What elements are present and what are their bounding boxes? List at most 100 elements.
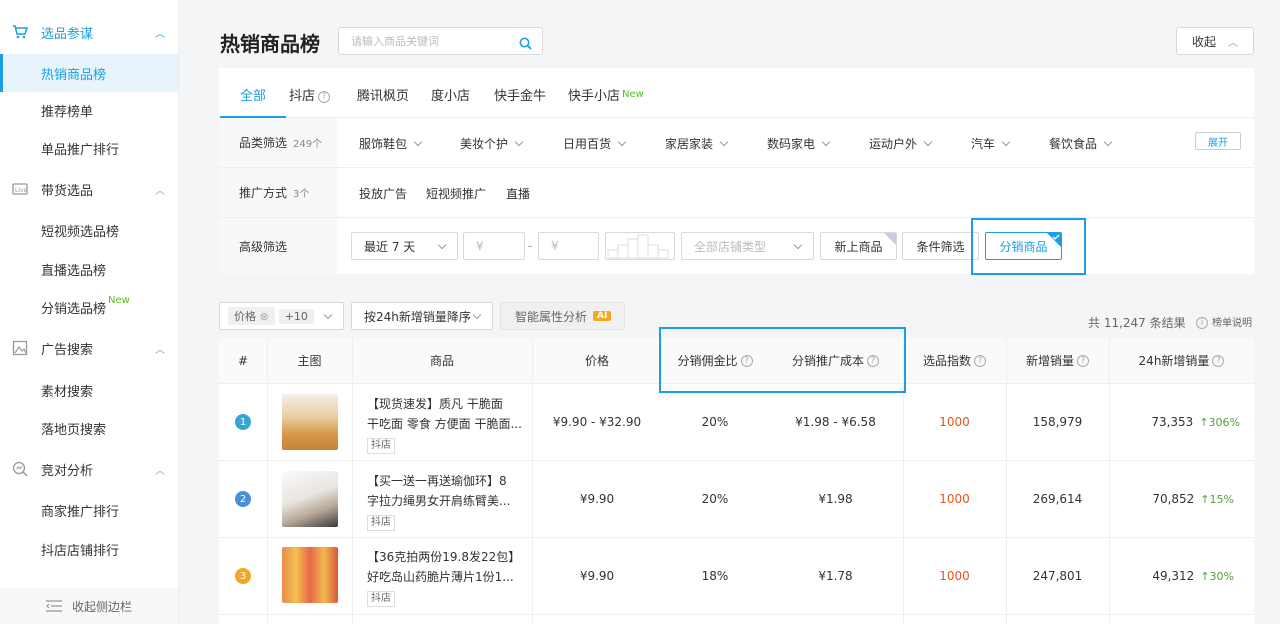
help-icon[interactable]: ? — [318, 91, 331, 103]
tab-tencent[interactable]: 腾讯枫页 — [357, 85, 409, 104]
header-label: 选品指数 — [922, 354, 971, 368]
ai-analysis-button[interactable]: 智能属性分析 AI — [500, 302, 625, 330]
filter-panel: 全部 抖店? 腾讯枫页 度小店 快手金牛 快手小店 New 品类筛选 249个 服饰… — [219, 68, 1254, 274]
category-option[interactable]: 美妆个护 — [460, 135, 524, 152]
product-name-cell[interactable]: 【现货速发】质凡 干脆面 干吃面 零食 方便面 干脆面... 抖店 — [367, 394, 523, 454]
more-metrics-tag: +10 — [278, 308, 314, 324]
tab-all[interactable]: 全部 — [219, 85, 287, 118]
sales-value: 73,353 — [1151, 415, 1194, 429]
chevron-up-icon: ︿ — [155, 185, 165, 197]
category-option[interactable]: 日用百货 — [563, 135, 627, 152]
selected-metrics-chip[interactable]: 价格 ⊗ +10 — [219, 302, 344, 330]
growth: ↑30% — [1200, 570, 1234, 583]
filter-count: 249个 — [293, 139, 323, 150]
header-price[interactable]: 价格 — [532, 338, 662, 384]
new-badge: New — [622, 89, 644, 100]
promo-option-live[interactable]: 直播 — [506, 185, 530, 202]
advanced-filter-row: 高级筛选 最近 7 天 ¥ - ¥ 全部店铺类型 新上商品 条件筛选 分销商品 — [219, 218, 1254, 274]
sidebar-section-daihuo[interactable]: Live 带货选品 ︿ — [0, 170, 178, 208]
category-label: 日用百货 — [563, 137, 612, 151]
product-name-line: 【买一送一再送瑜伽环】8 — [367, 474, 507, 488]
metric-tag: 价格 ⊗ — [228, 307, 275, 325]
promo-filter-label: 推广方式 3个 — [219, 168, 337, 217]
filter-label: 推广方式 — [239, 186, 288, 200]
sidebar-item-short-video[interactable]: 短视频选品榜 — [0, 211, 178, 249]
chevron-down-icon — [323, 310, 333, 320]
collapse-button[interactable]: 收起 ︿ — [1176, 27, 1254, 55]
product-thumbnail[interactable] — [282, 547, 338, 603]
category-label: 餐饮食品 — [1049, 137, 1098, 151]
promo-option-ads[interactable]: 投放广告 — [359, 185, 407, 202]
help-icon: ? — [1077, 354, 1089, 367]
category-option[interactable]: 餐饮食品 — [1049, 135, 1113, 152]
rank-cell: 1 — [219, 384, 267, 460]
search-icon[interactable] — [519, 35, 532, 54]
collapse-label: 收起 — [1191, 34, 1216, 49]
column-divider — [267, 338, 268, 624]
header-24h-sales[interactable]: 24h新增销量? — [1109, 338, 1254, 384]
sidebar-item-hot-products[interactable]: 热销商品榜 — [0, 54, 178, 92]
button-label: 新上商品 — [834, 239, 883, 254]
sidebar-item-shop-rank[interactable]: 抖店店铺排行 — [0, 530, 178, 568]
header-new-sales[interactable]: 新增销量? — [1006, 338, 1109, 384]
ranking-help-link[interactable]: i 榜单说明 — [1196, 314, 1252, 329]
product-thumbnail[interactable] — [282, 394, 338, 450]
tag-label: 价格 — [234, 310, 256, 323]
category-option[interactable]: 运动户外 — [869, 135, 933, 152]
sidebar-section-ad-search[interactable]: 广告搜索 ︿ — [0, 329, 178, 367]
promo-cost-cell: ¥1.98 — [818, 492, 853, 506]
result-count: 共 11,247 条结果 — [1088, 316, 1186, 330]
sidebar-item-distribution[interactable]: 分销选品榜 New — [0, 288, 178, 326]
filter-label: 品类筛选 — [239, 136, 288, 150]
promo-option-short-video[interactable]: 短视频推广 — [426, 185, 486, 202]
category-option[interactable]: 汽车 — [971, 135, 1011, 152]
product-thumbnail[interactable] — [282, 471, 338, 527]
sidebar-item-label: 分销选品榜 — [41, 301, 107, 317]
tab-duxiaodian[interactable]: 度小店 — [431, 85, 470, 104]
sidebar-section-label: 竞对分析 — [41, 463, 94, 479]
product-name-cell[interactable]: 【36克拍两份19.8发22包】 好吃岛山药脆片薄片1份1... 抖店 — [367, 547, 523, 607]
new-products-button[interactable]: 新上商品 — [820, 232, 897, 260]
sales-24h-cell: 73,353 ↑306% — [1109, 384, 1254, 460]
sidebar-item-landing[interactable]: 落地页搜索 — [0, 409, 178, 447]
close-icon[interactable]: ⊗ — [260, 310, 269, 323]
page-title: 热销商品榜 — [220, 32, 320, 56]
period-select[interactable]: 最近 7 天 — [351, 232, 458, 260]
header-selection-index[interactable]: 选品指数? — [903, 338, 1006, 384]
rank-badge: 1 — [235, 414, 251, 430]
product-name-line: 好吃岛山药脆片薄片1份1... — [367, 570, 514, 584]
search-input[interactable] — [339, 28, 509, 54]
price-histogram[interactable] — [605, 232, 675, 260]
sort-select[interactable]: 按24h新增销量降序 — [351, 302, 493, 330]
tab-doudian[interactable]: 抖店? — [289, 85, 331, 104]
sidebar-item-recommend[interactable]: 推荐榜单 — [0, 91, 178, 129]
arrow-up-icon: ↑ — [1200, 569, 1210, 583]
collapse-sidebar-button[interactable]: 收起侧边栏 — [0, 588, 178, 624]
tab-kuaishou-jinniu[interactable]: 快手金牛 — [494, 85, 546, 104]
sidebar-item-merchant-rank[interactable]: 商家推广排行 — [0, 491, 178, 529]
header-product: 商品 — [352, 338, 532, 384]
price-min-input[interactable]: ¥ — [463, 232, 525, 260]
shop-type-select[interactable]: 全部店铺类型 — [681, 232, 814, 260]
sidebar-item-live[interactable]: 直播选品榜 — [0, 250, 178, 288]
header-image: 主图 — [267, 338, 352, 384]
tab-kuaishou-shop[interactable]: 快手小店 New — [568, 85, 644, 104]
selection-index-cell: 1000 — [939, 569, 970, 583]
sidebar: 选品参谋 ︿ 热销商品榜 推荐榜单 单品推广排行 Live 带货选品 ︿ 短视频… — [0, 0, 179, 624]
category-option[interactable]: 数码家电 — [767, 135, 831, 152]
growth-value: 30% — [1209, 569, 1234, 583]
highlight-box-commission — [659, 327, 906, 393]
product-name-line: 【现货速发】质凡 干脆面 — [367, 397, 503, 411]
product-name-cell[interactable]: 【买一送一再送瑜伽环】8 字拉力绳男女开肩练臂美... 抖店 — [367, 471, 523, 531]
price-max-input[interactable]: ¥ — [538, 232, 599, 260]
category-option[interactable]: 服饰鞋包 — [359, 135, 423, 152]
sidebar-item-single-promo[interactable]: 单品推广排行 — [0, 129, 178, 167]
product-name-line: 干吃面 零食 方便面 干脆面... — [367, 417, 522, 431]
condition-filter-button[interactable]: 条件筛选 — [902, 232, 979, 260]
category-option[interactable]: 家居家装 — [665, 135, 729, 152]
sidebar-item-material[interactable]: 素材搜索 — [0, 371, 178, 409]
tab-label: 抖店 — [289, 89, 316, 104]
sidebar-section-competitor[interactable]: 竞对分析 ︿ — [0, 450, 178, 488]
expand-button[interactable]: 展开 — [1195, 132, 1241, 150]
sidebar-section-xuanpin[interactable]: 选品参谋 ︿ — [0, 13, 178, 51]
